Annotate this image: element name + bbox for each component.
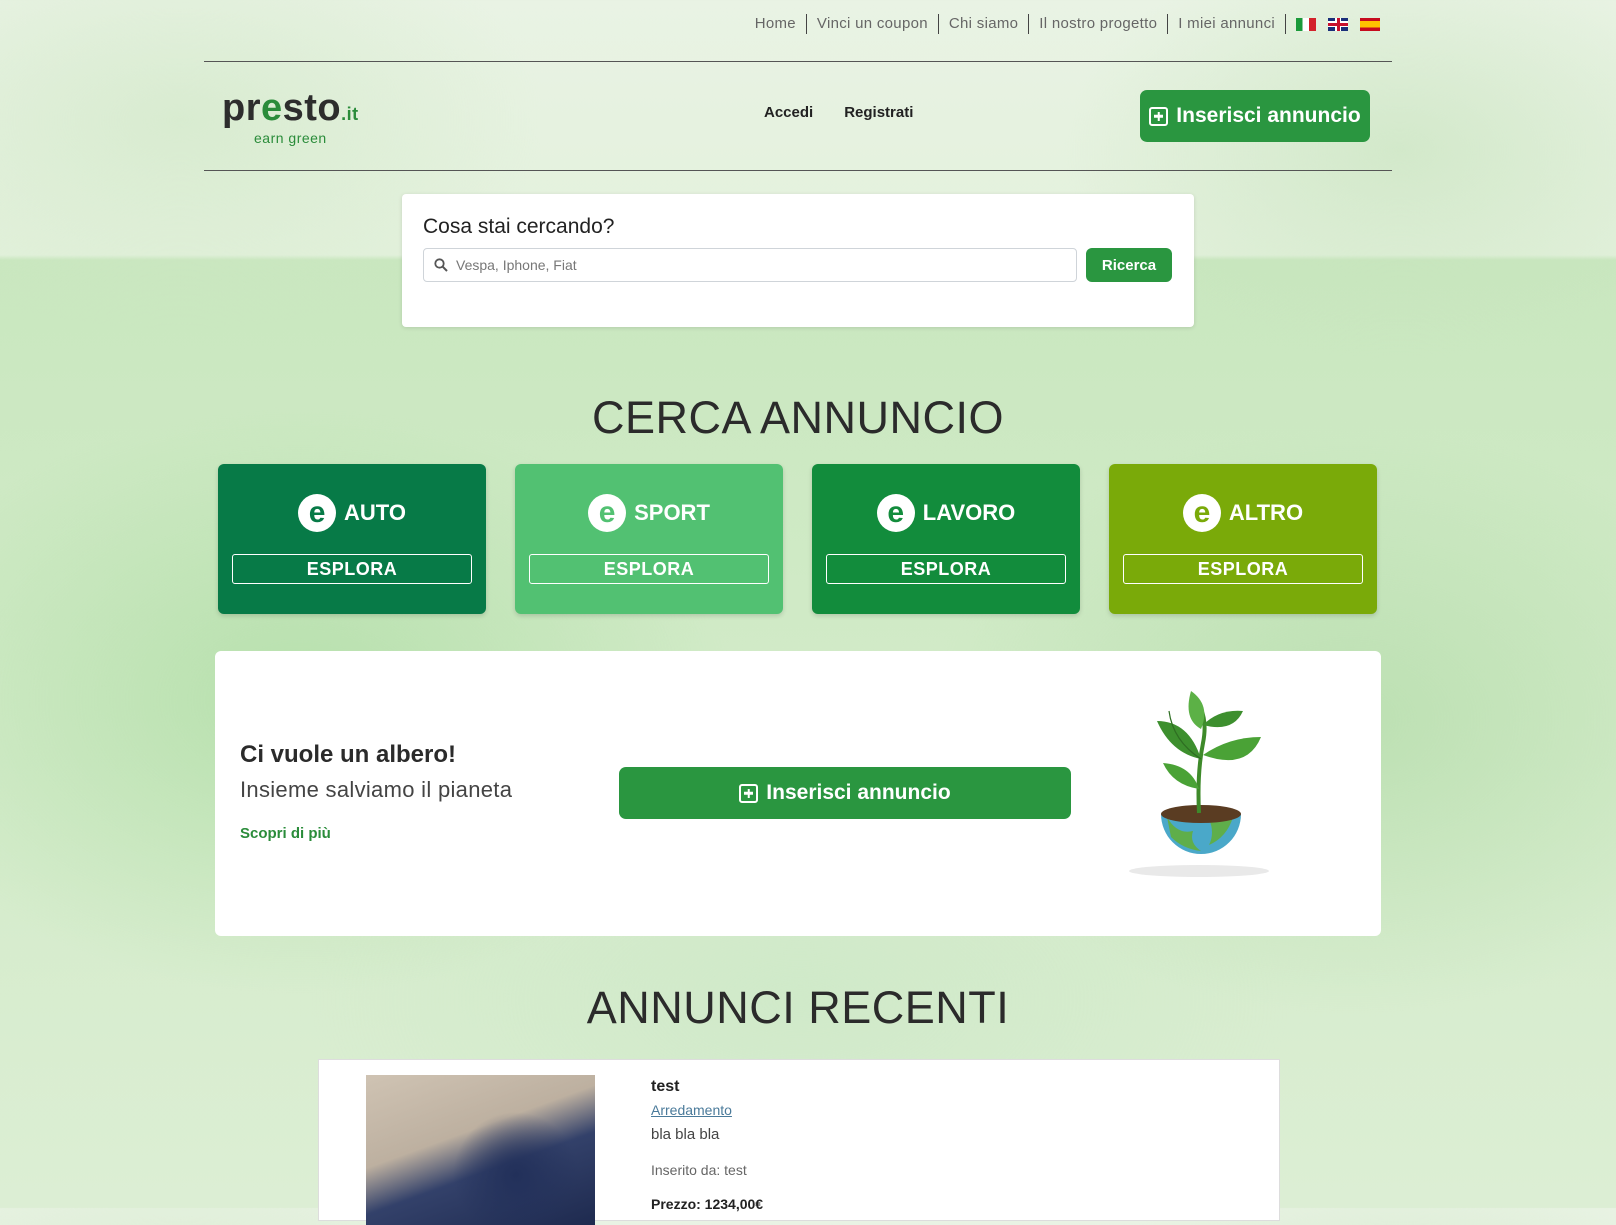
category-card-altro: e ALTRO ESPLORA — [1109, 464, 1377, 614]
plant-globe-icon — [1129, 691, 1269, 877]
recent-ads-title: ANNUNCI RECENTI — [586, 982, 1010, 1033]
nav-about-link[interactable]: Chi siamo — [939, 14, 1030, 34]
ad-price: Prezzo: 1234,00€ — [651, 1196, 764, 1212]
language-flags — [1286, 17, 1380, 31]
italian-flag-icon[interactable] — [1296, 17, 1316, 31]
category-name: SPORT — [634, 500, 710, 525]
category-card-auto: e AUTO ESPLORA — [218, 464, 486, 614]
ad-card[interactable]: test Arredamento bla bla bla Inserito da… — [318, 1059, 1280, 1225]
plus-square-icon — [1149, 106, 1169, 126]
nav-project-link[interactable]: Il nostro progetto — [1029, 14, 1169, 34]
top-nav: Home Vinci un coupon Chi siamo Il nostro… — [745, 14, 1380, 34]
category-name: AUTO — [344, 500, 406, 525]
ad-image[interactable] — [366, 1075, 595, 1225]
search-box — [423, 248, 1077, 282]
tree-title: Ci vuole un albero! — [240, 741, 457, 768]
presto-logo[interactable]: presto.it earn green — [222, 88, 359, 146]
auth-links: Accedi Registrati — [764, 104, 913, 121]
nav-coupon-link[interactable]: Vinci un coupon — [807, 14, 939, 34]
header-bottom-divider — [204, 170, 1392, 171]
plus-square-icon — [739, 783, 759, 803]
ad-category-link[interactable]: Arredamento — [651, 1102, 732, 1118]
explore-altro-button[interactable]: ESPLORA — [1123, 554, 1363, 584]
learn-more-link[interactable]: Scopri di più — [240, 825, 331, 842]
english-flag-icon[interactable] — [1328, 17, 1348, 31]
tree-subtitle: Insieme salviamo il pianeta — [240, 777, 513, 802]
ad-description: bla bla bla — [651, 1126, 720, 1143]
nav-my-ads-link[interactable]: I miei annunci — [1168, 14, 1286, 34]
presto-e-icon: e — [588, 494, 627, 532]
header-top-divider — [204, 61, 1392, 62]
search-card: Cosa stai cercando? Ricerca — [402, 194, 1194, 327]
spanish-flag-icon[interactable] — [1360, 17, 1380, 31]
search-button[interactable]: Ricerca — [1086, 248, 1172, 282]
register-link[interactable]: Registrati — [844, 104, 913, 121]
search-icon — [434, 258, 448, 272]
category-card-sport: e SPORT ESPLORA — [515, 464, 783, 614]
explore-lavoro-button[interactable]: ESPLORA — [826, 554, 1066, 584]
nav-home-link[interactable]: Home — [745, 14, 807, 34]
explore-auto-button[interactable]: ESPLORA — [232, 554, 472, 584]
ad-title: test — [651, 1078, 680, 1095]
explore-sport-button[interactable]: ESPLORA — [529, 554, 769, 584]
header-insert-ad-button[interactable]: Inserisci annuncio — [1140, 90, 1370, 142]
login-link[interactable]: Accedi — [764, 104, 813, 121]
presto-e-icon: e — [876, 494, 915, 532]
categories-title: CERCA ANNUNCIO — [591, 392, 1005, 443]
category-name: ALTRO — [1228, 500, 1304, 525]
category-name: LAVORO — [922, 500, 1016, 525]
search-title: Cosa stai cercando? — [423, 215, 615, 238]
presto-e-icon: e — [298, 494, 337, 532]
search-input[interactable] — [454, 256, 1058, 274]
category-card-lavoro: e LAVORO ESPLORA — [812, 464, 1080, 614]
tree-insert-ad-button[interactable]: Inserisci annuncio — [619, 767, 1071, 819]
ad-author: Inserito da: test — [651, 1162, 747, 1178]
tree-promo-card: Ci vuole un albero! Insieme salviamo il … — [215, 651, 1381, 936]
logo-wordmark: presto.it — [222, 87, 359, 129]
presto-e-icon: e — [1182, 494, 1221, 532]
